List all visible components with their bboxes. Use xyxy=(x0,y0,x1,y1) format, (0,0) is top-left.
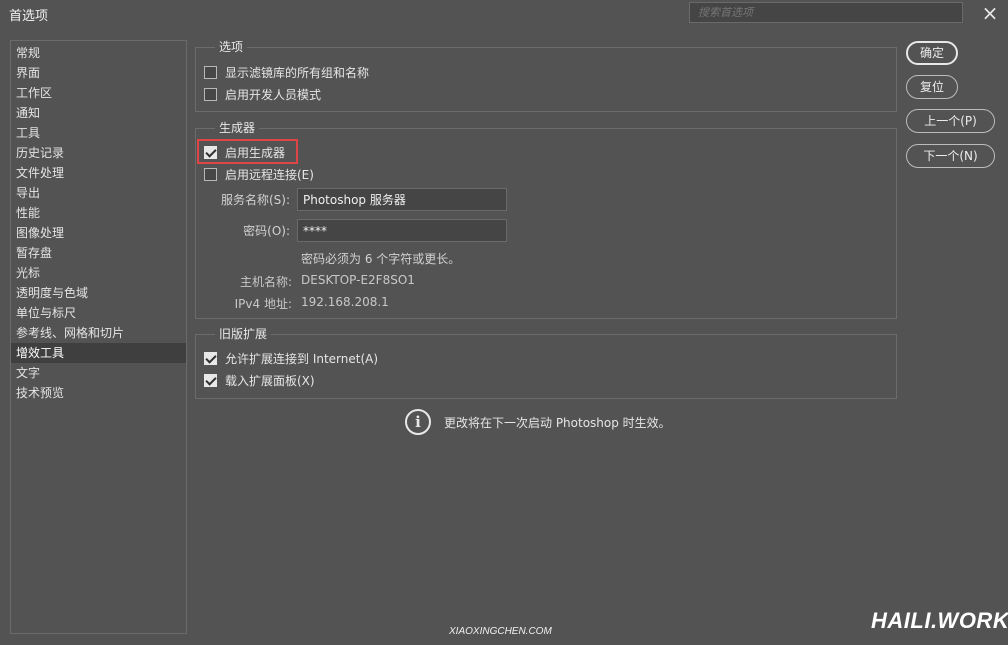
password-label: 密码(O): xyxy=(243,224,290,238)
show-filter-gallery-label: 显示滤镜库的所有组和名称 xyxy=(225,65,370,80)
allow-internet-row[interactable]: 允许扩展连接到 Internet(A) xyxy=(204,348,378,368)
sidebar-item-notifications[interactable]: 通知 xyxy=(11,103,186,123)
sidebar-item-tools[interactable]: 工具 xyxy=(11,123,186,143)
ok-button[interactable]: 确定 xyxy=(906,41,958,65)
options-group-title: 选项 xyxy=(215,39,248,55)
sidebar: 常规 界面 工作区 通知 工具 历史记录 文件处理 导出 性能 图像处理 暂存盘… xyxy=(10,40,187,634)
developer-mode-checkbox[interactable] xyxy=(204,87,217,101)
sidebar-item-scratch-disks[interactable]: 暂存盘 xyxy=(11,243,186,263)
window-title: 首选项 xyxy=(9,9,49,24)
next-button[interactable]: 下一个(N) xyxy=(906,144,995,168)
close-icon[interactable]: × xyxy=(980,3,1000,23)
sidebar-item-plugins[interactable]: 增效工具 xyxy=(11,343,186,363)
hostname-label: 主机名称: xyxy=(239,275,292,289)
sidebar-item-guides-grid[interactable]: 参考线、网格和切片 xyxy=(11,323,186,343)
ipv4-label: IPv4 地址: xyxy=(234,297,292,311)
legacy-group-title: 旧版扩展 xyxy=(215,326,272,342)
legacy-extensions-group: 旧版扩展 允许扩展连接到 Internet(A) 载入扩展面板(X) xyxy=(195,326,897,399)
restart-info-text: 更改将在下一次启动 Photoshop 时生效。 xyxy=(444,415,671,430)
generator-group-title: 生成器 xyxy=(215,120,260,136)
reset-button[interactable]: 复位 xyxy=(906,75,958,99)
service-name-input[interactable] xyxy=(297,188,507,211)
show-filter-gallery-row[interactable]: 显示滤镜库的所有组和名称 xyxy=(204,62,369,82)
show-filter-gallery-checkbox[interactable] xyxy=(204,65,217,79)
load-panels-row[interactable]: 载入扩展面板(X) xyxy=(204,370,315,390)
generator-group: 生成器 启用生成器 启用远程连接(E) 服务名称(S): 密码(O): 密码必须… xyxy=(195,120,897,319)
password-input[interactable] xyxy=(297,219,507,242)
sidebar-item-image-processing[interactable]: 图像处理 xyxy=(11,223,186,243)
watermark-bottom: XIAOXINGCHEN.COM xyxy=(449,626,552,637)
hostname-value: DESKTOP-E2F8SO1 xyxy=(301,273,415,287)
sidebar-item-workspace[interactable]: 工作区 xyxy=(11,83,186,103)
options-group: 选项 显示滤镜库的所有组和名称 启用开发人员模式 xyxy=(195,39,897,112)
password-note: 密码必须为 6 个字符或更长。 xyxy=(301,252,461,266)
sidebar-item-cursors[interactable]: 光标 xyxy=(11,263,186,283)
title-bar: 首选项 × xyxy=(0,0,1008,26)
restart-info: i 更改将在下一次启动 Photoshop 时生效。 xyxy=(405,409,671,435)
search-input[interactable] xyxy=(689,2,963,23)
developer-mode-row[interactable]: 启用开发人员模式 xyxy=(204,84,321,104)
info-icon: i xyxy=(405,409,431,435)
sidebar-item-type[interactable]: 文字 xyxy=(11,363,186,383)
developer-mode-label: 启用开发人员模式 xyxy=(225,87,322,102)
sidebar-item-units-rulers[interactable]: 单位与标尺 xyxy=(11,303,186,323)
load-panels-checkbox[interactable] xyxy=(204,373,217,387)
allow-internet-checkbox[interactable] xyxy=(204,351,217,365)
ipv4-value: 192.168.208.1 xyxy=(301,295,389,309)
sidebar-item-export[interactable]: 导出 xyxy=(11,183,186,203)
remote-connection-checkbox[interactable] xyxy=(204,167,217,181)
allow-internet-label: 允许扩展连接到 Internet(A) xyxy=(225,351,379,366)
sidebar-item-file-handling[interactable]: 文件处理 xyxy=(11,163,186,183)
sidebar-item-transparency[interactable]: 透明度与色域 xyxy=(11,283,186,303)
watermark-corner: HAILI.WORK xyxy=(871,608,1008,633)
previous-button[interactable]: 上一个(P) xyxy=(906,109,995,133)
sidebar-item-performance[interactable]: 性能 xyxy=(11,203,186,223)
sidebar-item-tech-previews[interactable]: 技术预览 xyxy=(11,383,186,403)
sidebar-item-interface[interactable]: 界面 xyxy=(11,63,186,83)
remote-connection-label: 启用远程连接(E) xyxy=(225,167,314,182)
remote-connection-row[interactable]: 启用远程连接(E) xyxy=(204,164,314,184)
enable-generator-highlight xyxy=(197,139,298,164)
load-panels-label: 载入扩展面板(X) xyxy=(225,373,315,388)
service-name-label: 服务名称(S): xyxy=(220,193,290,207)
sidebar-item-history[interactable]: 历史记录 xyxy=(11,143,186,163)
sidebar-item-general[interactable]: 常规 xyxy=(11,43,186,63)
